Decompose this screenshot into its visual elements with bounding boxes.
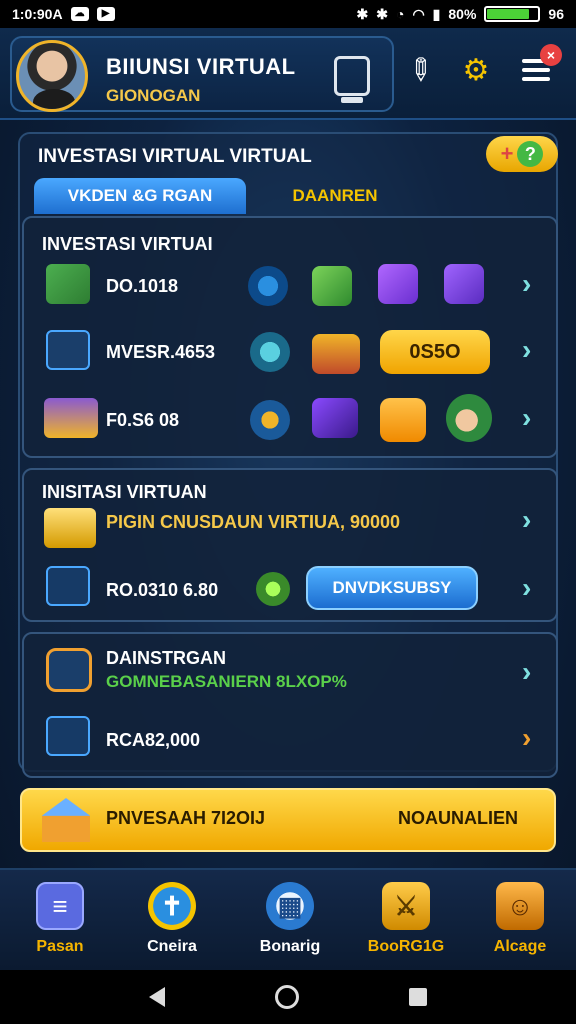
chevron-right-icon[interactable]: › [522, 402, 531, 434]
blocks-icon[interactable] [312, 334, 360, 374]
profile-subtitle: GIONOGAN [106, 86, 201, 105]
character-icon[interactable] [446, 394, 492, 442]
stats-section [22, 632, 558, 778]
media-icon: ▶ [96, 7, 115, 21]
help-icon: ? [517, 141, 544, 167]
plus-icon: + [500, 141, 514, 166]
section-title: INVESTASI VIRTUAI [42, 234, 213, 254]
nav-item-alcage[interactable]: ☺ Alcage [470, 878, 570, 968]
cube-icon[interactable] [444, 264, 484, 304]
register-icon[interactable] [378, 264, 418, 304]
section-title: INISITASI VIRTUAN [42, 482, 207, 502]
amount-button[interactable]: 0S5O [380, 330, 490, 374]
status-bar: 1:0:90A ☁ ▶ ✱ ✱ ◔ ◠ ▮ 80% 96 [0, 0, 576, 28]
bluetooth-icon: ✱ [356, 5, 369, 22]
nav-item-boorg1g[interactable]: ⚔ BooRG1G [356, 878, 456, 968]
system-nav-bar [0, 970, 576, 1024]
plus-shield-icon: ✝ [148, 882, 196, 930]
gear-icon[interactable]: ⚙ [456, 50, 496, 90]
chevron-right-icon[interactable]: › [522, 656, 531, 688]
row-label: F0.S6 08 [106, 410, 180, 430]
vibrate-icon: ✱ [376, 5, 388, 22]
tab-secondary[interactable]: DAANREN [262, 178, 408, 214]
tab-primary[interactable]: VKDEN &G RGAN [34, 178, 246, 214]
alarm-icon: ◔ [395, 6, 405, 22]
row-label: MVESR.4653 [106, 342, 216, 362]
notification-badge[interactable]: × [540, 44, 562, 66]
home-icon[interactable] [275, 985, 299, 1009]
shield-badge-icon[interactable] [380, 398, 426, 442]
back-icon[interactable] [149, 987, 165, 1007]
nav-label: BooRG1G [367, 938, 445, 955]
row-label: RCA82,000 [106, 730, 201, 750]
chevron-right-icon[interactable]: › [522, 268, 531, 300]
chevron-right-icon[interactable]: › [522, 722, 531, 754]
nav-label: Pasan [36, 938, 84, 955]
nav-item-pasan[interactable]: ≡ Pasan [10, 878, 110, 968]
cta-left-label: PNVESAAH 7I2OIJ [106, 808, 266, 828]
row-label: RO.0310 6.80 [106, 580, 219, 600]
gear-icon[interactable] [248, 266, 288, 306]
cash-icon[interactable] [312, 266, 352, 306]
chat-icon[interactable] [250, 332, 290, 372]
signal-icon: ▮ [432, 5, 441, 22]
nav-label: Bonarig [259, 938, 321, 955]
action-button[interactable]: DNVDKSUBSY [306, 566, 478, 610]
wifi-icon: ◠ [412, 5, 425, 22]
avatar[interactable] [16, 40, 88, 112]
row-label: DAINSTRGAN [106, 648, 226, 668]
nav-item-cneira[interactable]: ✝ Cneira [122, 878, 222, 968]
row-sublabel: GOMNEBASANIERN 8LXOP% [106, 672, 347, 691]
gold-coins-icon [44, 508, 96, 548]
recents-icon[interactable] [409, 988, 427, 1006]
device-icon[interactable] [334, 56, 370, 103]
target-icon[interactable] [250, 400, 290, 440]
panel-title: INVESTASI VIRTUAL VIRTUAL [38, 146, 312, 167]
row-label: PIGIN CNUSDAUN VIRTIUA, 90000 [106, 512, 401, 532]
safe-icon [46, 566, 90, 606]
clock: 1:0:90A [12, 6, 63, 22]
add-help-button[interactable]: + ? [486, 136, 558, 172]
nav-item-bonarig[interactable]: ▦ Bonarig [240, 878, 340, 968]
profile-card[interactable]: BIIUNSI VIRTUAL GIONOGAN [10, 36, 394, 112]
totem-icon: ☺ [496, 882, 544, 930]
nav-label: Alcage [493, 938, 547, 955]
laptop-icon [44, 398, 98, 438]
magnifier-icon [46, 648, 92, 692]
row-label: DO.1018 [106, 276, 179, 296]
cta-right-label: NOAUNALIEN [398, 808, 518, 828]
app-header: BIIUNSI VIRTUAL GIONOGAN ✎ ⚙ [0, 28, 576, 120]
chevron-right-icon[interactable]: › [522, 334, 531, 366]
crate-icon[interactable] [312, 398, 358, 438]
wrench-icon[interactable]: ✎ [392, 42, 449, 99]
battery-icon [484, 6, 541, 22]
money-stack-icon [46, 264, 90, 304]
chart-bubble-icon: ▦ [266, 882, 314, 930]
chevron-right-icon[interactable]: › [522, 504, 531, 536]
sword-badge-icon: ⚔ [382, 882, 430, 930]
monitor-chart-icon [46, 330, 90, 370]
battery-percent: 80% [448, 6, 477, 22]
nav-label: Cneira [147, 938, 197, 955]
profile-name: BIIUNSI VIRTUAL [106, 54, 296, 79]
battery-fill [487, 9, 530, 19]
chevron-right-icon[interactable]: › [522, 572, 531, 604]
document-icon: ≡ [36, 882, 84, 930]
cloud-icon: ☁ [70, 7, 89, 21]
leaf-icon[interactable] [256, 572, 290, 606]
document-chart-icon [46, 716, 90, 756]
battery-number: 96 [548, 6, 564, 22]
